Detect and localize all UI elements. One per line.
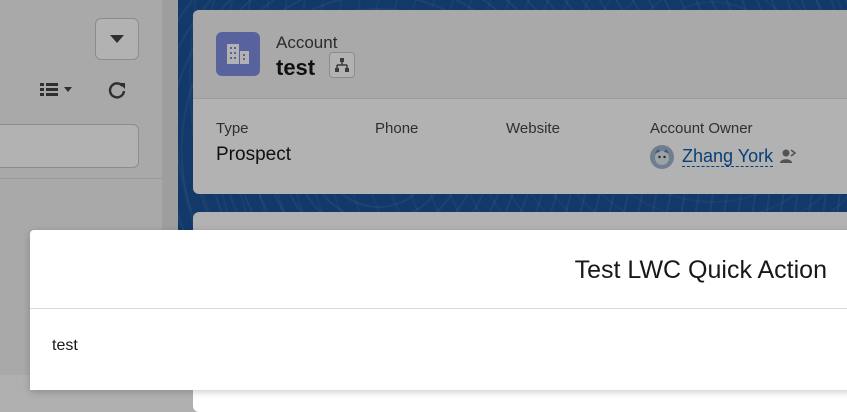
modal-title: Test LWC Quick Action bbox=[574, 256, 827, 284]
modal-body-text: test bbox=[52, 337, 78, 354]
quick-action-modal: Test LWC Quick Action test bbox=[30, 230, 847, 390]
modal-header: Test LWC Quick Action bbox=[30, 230, 847, 309]
